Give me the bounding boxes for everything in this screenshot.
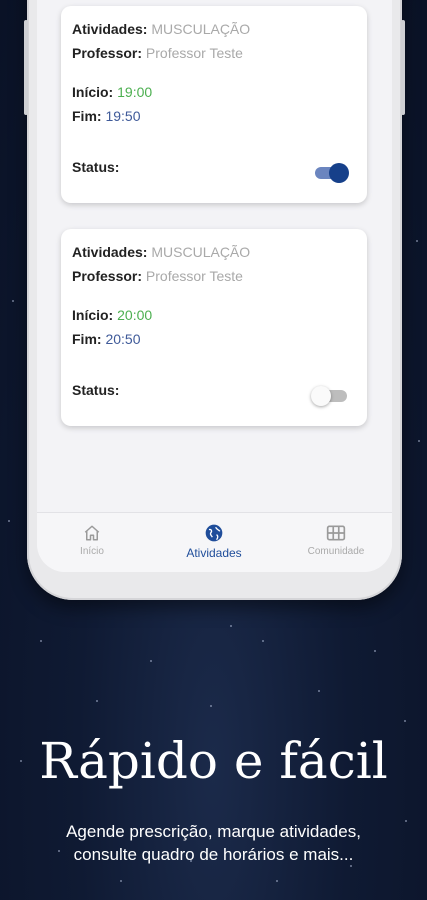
- status-toggle[interactable]: [311, 386, 347, 406]
- activity-value: MUSCULAÇÃO: [151, 21, 251, 37]
- status-row: Status:: [72, 159, 119, 175]
- phone-side-button: [401, 20, 405, 115]
- start-label: Início:: [72, 84, 114, 100]
- end-time-row: Fim: 20:50: [72, 331, 141, 347]
- teacher-label: Professor:: [72, 268, 143, 284]
- promo-subtitle-line-1: Agende prescrição, marque atividades,: [66, 822, 361, 841]
- start-time: 20:00: [117, 307, 153, 323]
- status-label: Status:: [72, 159, 120, 175]
- end-time: 19:50: [105, 108, 141, 124]
- nav-label: Comunidade: [307, 546, 365, 557]
- start-time-row: Início: 20:00: [72, 307, 152, 323]
- nav-item-inicio[interactable]: Início: [37, 523, 147, 557]
- teacher-label: Professor:: [72, 45, 143, 61]
- teacher-row: Professor: Professor Teste: [72, 45, 243, 61]
- promo-headline: Rápido e fácil: [39, 732, 388, 790]
- teacher-value: Professor Teste: [145, 268, 243, 284]
- globe-icon: [205, 524, 223, 542]
- toggle-knob: [329, 163, 349, 183]
- activity-label: Atividades:: [72, 244, 148, 260]
- phone-side-button: [24, 20, 28, 115]
- status-label: Status:: [72, 382, 120, 398]
- app-screen: Atividades: MUSCULAÇÃO Professor: Profes…: [37, 0, 392, 572]
- activity-label: Atividades:: [72, 21, 148, 37]
- activity-card: Atividades: MUSCULAÇÃO Professor: Profes…: [61, 6, 367, 203]
- promo-subtitle-line-2: consulte quadro de horários e mais...: [73, 845, 354, 864]
- start-time-row: Início: 19:00: [72, 84, 152, 100]
- end-label: Fim:: [72, 108, 102, 124]
- nav-item-comunidade[interactable]: Comunidade: [281, 523, 391, 557]
- nav-label: Início: [80, 546, 104, 557]
- status-row: Status:: [72, 382, 119, 398]
- end-time-row: Fim: 19:50: [72, 108, 141, 124]
- home-icon: [84, 525, 100, 541]
- start-time: 19:00: [117, 84, 153, 100]
- nav-label: Atividades: [186, 546, 242, 560]
- end-label: Fim:: [72, 331, 102, 347]
- grid-icon: [326, 525, 346, 541]
- activity-row: Atividades: MUSCULAÇÃO: [72, 244, 250, 260]
- activity-value: MUSCULAÇÃO: [151, 244, 251, 260]
- teacher-value: Professor Teste: [145, 45, 243, 61]
- nav-item-atividades[interactable]: Atividades: [159, 523, 269, 560]
- phone-frame: Atividades: MUSCULAÇÃO Professor: Profes…: [24, 0, 405, 600]
- status-toggle[interactable]: [315, 163, 349, 183]
- bottom-navigation: Início Atividades Comunidade: [37, 512, 392, 572]
- end-time: 20:50: [105, 331, 141, 347]
- activity-row: Atividades: MUSCULAÇÃO: [72, 21, 250, 37]
- activity-card: Atividades: MUSCULAÇÃO Professor: Profes…: [61, 229, 367, 426]
- toggle-knob: [311, 386, 331, 406]
- start-label: Início:: [72, 307, 114, 323]
- teacher-row: Professor: Professor Teste: [72, 268, 243, 284]
